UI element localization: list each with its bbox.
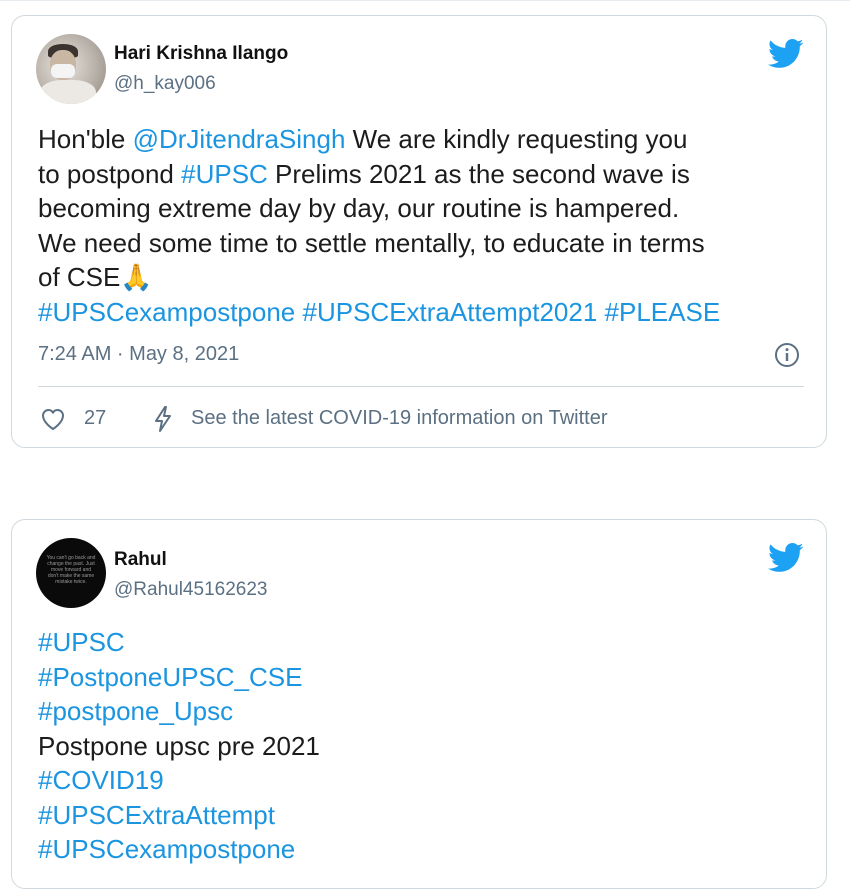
tweet-text-line: to postpond #UPSC Prelims 2021 as the se… — [38, 157, 806, 192]
author-handle[interactable]: @Rahul45162623 — [114, 579, 267, 601]
hashtag-link[interactable]: #PLEASE — [605, 297, 721, 327]
top-divider — [0, 0, 850, 1]
twitter-bird-icon[interactable] — [768, 39, 804, 69]
text-segment: to postpond — [38, 158, 182, 189]
avatar[interactable]: You can't go back and change the past. J… — [36, 538, 106, 608]
hashtag-link[interactable]: #UPSCexampostpone — [38, 834, 295, 864]
tweet-text-line: #UPSCExtraAttempt — [38, 798, 806, 833]
mention-link[interactable]: @DrJitendraSingh — [133, 124, 346, 154]
tweet-card[interactable]: You can't go back and change the past. J… — [11, 519, 827, 889]
tweet-text-line: #UPSC — [38, 625, 806, 660]
author-handle[interactable]: @h_kay006 — [114, 73, 216, 95]
info-icon[interactable] — [774, 342, 800, 368]
tweet-text-line: #COVID19 — [38, 763, 806, 798]
hashtag-link[interactable]: #UPSCexampostpone — [38, 297, 295, 327]
tweet-text-line: Hon'ble @DrJitendraSingh We are kindly r… — [38, 122, 806, 157]
hashtag-link[interactable]: #UPSC — [38, 627, 125, 657]
tweet-text: #UPSC #PostponeUPSC_CSE #postpone_Upsc Post… — [38, 625, 806, 867]
tweet-text-line: Postpone upsc pre 2021 — [38, 729, 806, 764]
tweet-text-line: We need some time to settle mentally, to… — [38, 226, 806, 261]
tweet-text-line: #PostponeUPSC_CSE — [38, 660, 806, 695]
tweet-text-line: #postpone_Upsc — [38, 694, 806, 729]
text-segment — [597, 297, 604, 327]
author-name[interactable]: Rahul — [114, 549, 167, 571]
tweet-text: Hon'ble @DrJitendraSingh We are kindly r… — [38, 122, 806, 329]
text-segment: Prelims 2021 as the second wave is — [267, 158, 690, 189]
hashtag-link[interactable]: #COVID19 — [38, 765, 164, 795]
text-segment: We need some time to settle mentally, to… — [38, 227, 705, 258]
text-segment — [295, 297, 302, 327]
text-segment: becoming extreme day by day, our routine… — [38, 193, 680, 223]
hashtag-link[interactable]: #UPSCExtraAttempt2021 — [303, 297, 598, 327]
author-name[interactable]: Hari Krishna Ilango — [114, 43, 288, 65]
avatar-quote: You can't go back and change the past. J… — [46, 555, 96, 585]
hashtag-link[interactable]: #UPSCExtraAttempt — [38, 800, 275, 830]
like-count[interactable]: 27 — [84, 407, 106, 430]
divider — [38, 386, 804, 387]
text-segment: of CSE🙏 — [38, 262, 153, 292]
covid-info-link[interactable]: See the latest COVID-19 information on T… — [191, 407, 608, 430]
lightning-bolt-icon — [155, 406, 171, 432]
hashtag-link[interactable]: #UPSC — [181, 159, 268, 189]
text-segment: We are kindly requesting you — [345, 124, 688, 154]
tweet-text-line: #UPSCexampostpone #UPSCExtraAttempt2021 … — [38, 295, 806, 330]
tweet-text-line: becoming extreme day by day, our routine… — [38, 191, 806, 226]
hashtag-link[interactable]: #PostponeUPSC_CSE — [38, 662, 302, 692]
text-segment: Postpone upsc pre 2021 — [38, 730, 320, 761]
text-segment: Hon'ble — [38, 124, 133, 154]
twitter-bird-icon[interactable] — [768, 543, 804, 573]
hashtag-link[interactable]: #postpone_Upsc — [38, 696, 233, 726]
tweet-card[interactable]: Hari Krishna Ilango @h_kay006 Hon'ble @D… — [11, 15, 827, 448]
tweet-text-line: #UPSCexampostpone — [38, 832, 806, 867]
tweet-timestamp[interactable]: 7:24 AM · May 8, 2021 — [38, 343, 239, 366]
avatar[interactable] — [36, 34, 106, 104]
tweet-text-line: of CSE🙏 — [38, 260, 806, 295]
heart-icon[interactable] — [40, 407, 66, 431]
